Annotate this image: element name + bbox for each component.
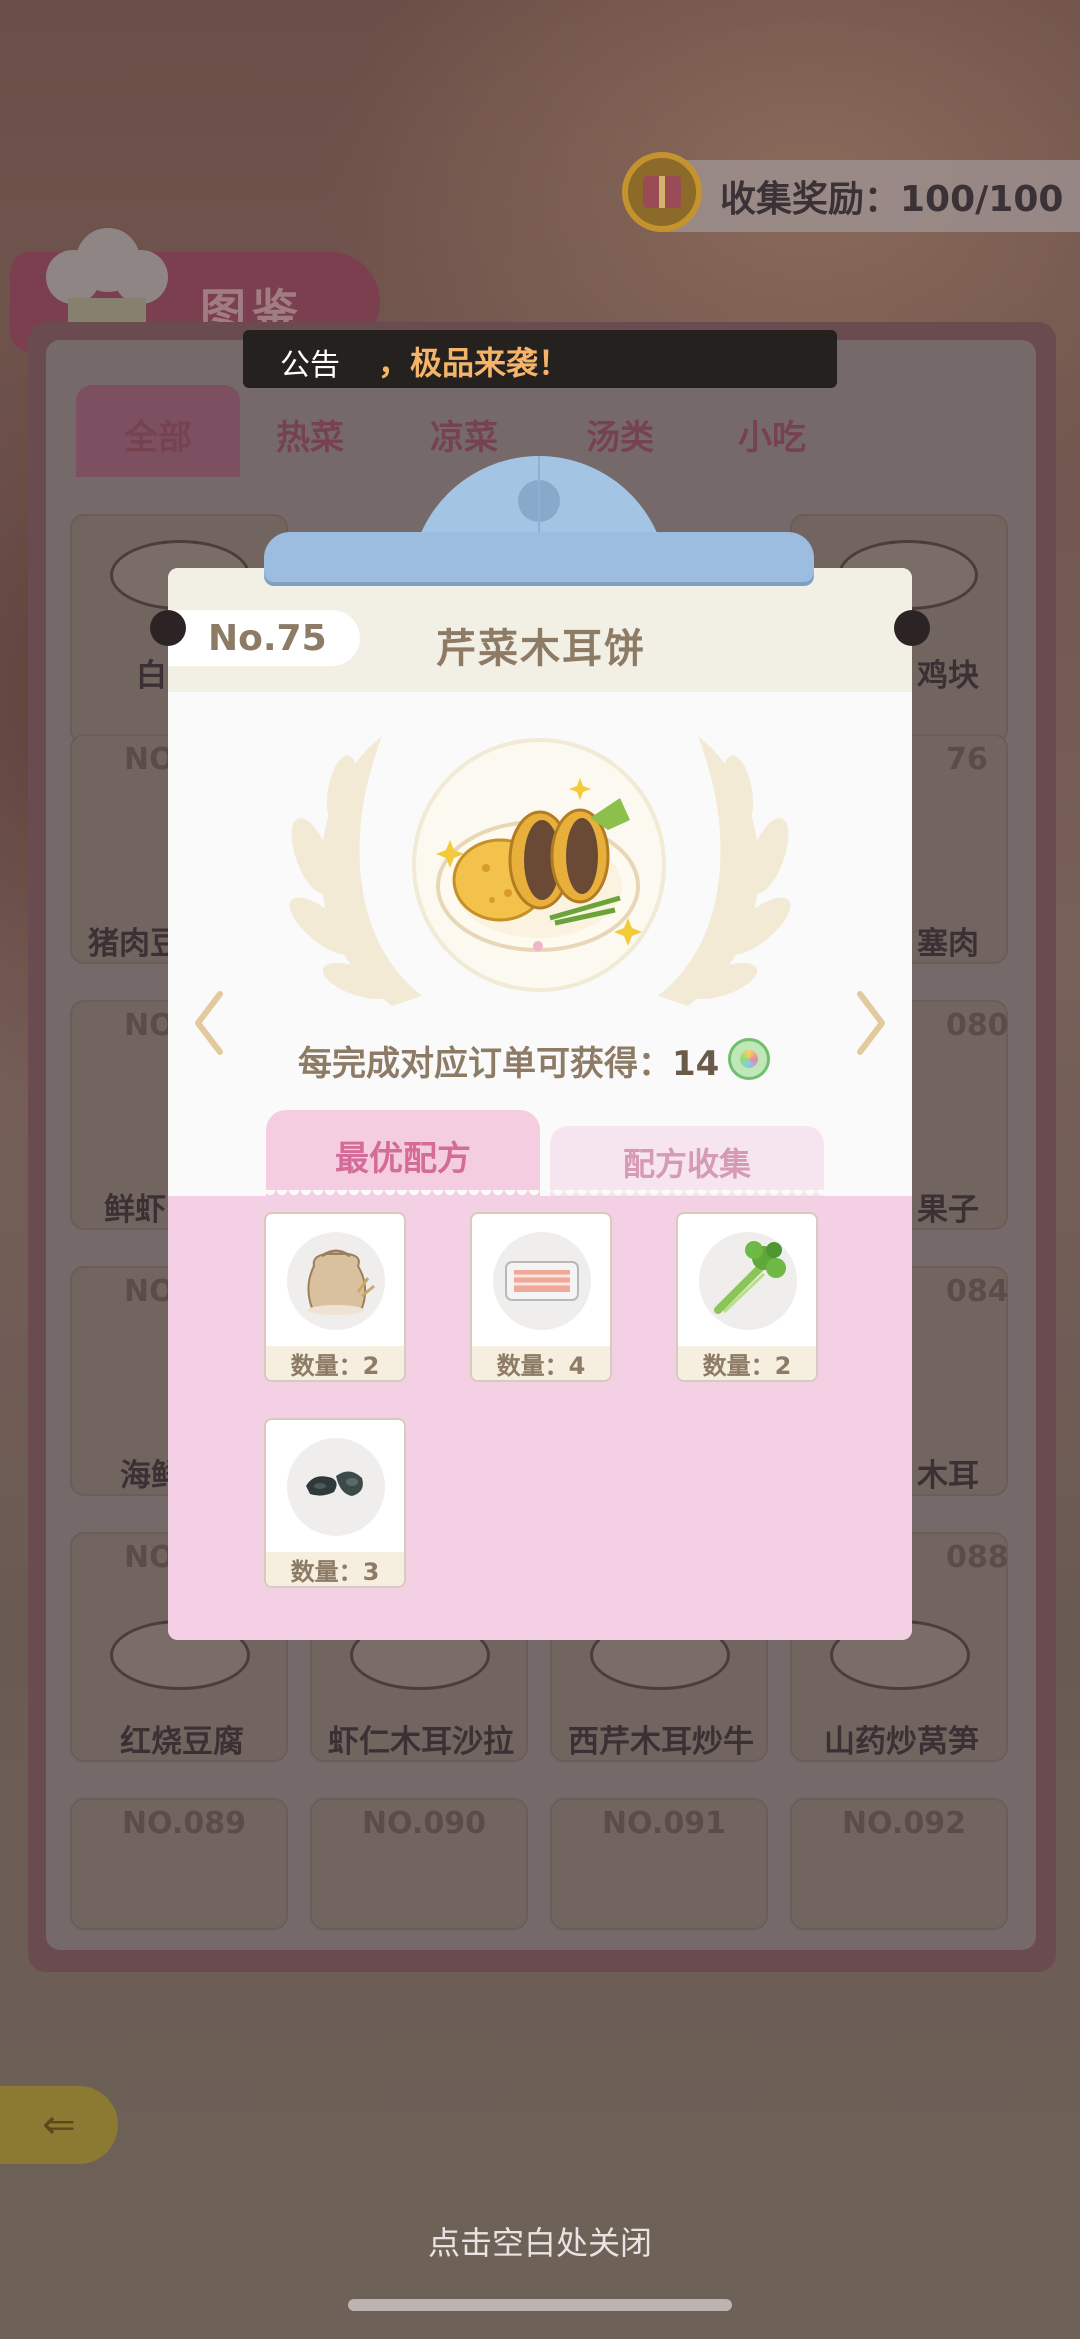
dish-name: 红烧豆腐 xyxy=(120,1724,244,1760)
dish-number: 084 xyxy=(946,1274,1009,1309)
ingredient-card[interactable]: 数量：4 xyxy=(470,1212,612,1382)
dish-title: 芹菜木耳饼 xyxy=(436,626,646,672)
order-reward-text: 每完成对应订单可获得： xyxy=(298,1044,672,1084)
announcement-label: 公告 xyxy=(280,348,340,383)
gift-badge xyxy=(622,152,702,232)
tab-snacks[interactable]: 小吃 xyxy=(738,410,806,459)
announcement-message: ，极品来袭！ xyxy=(378,344,571,382)
dish-name: 果子 xyxy=(917,1192,979,1228)
ingredient-card[interactable]: 数量：2 xyxy=(676,1212,818,1382)
back-button[interactable]: ⇐ xyxy=(0,2086,118,2164)
tab-hot-dishes[interactable]: 热菜 xyxy=(276,410,344,459)
dish-number: NO.092 xyxy=(842,1806,966,1841)
dish-name: 西芹木耳炒牛 xyxy=(568,1724,754,1760)
clipboard-clip-bar xyxy=(264,532,814,582)
gem-currency-icon xyxy=(728,1038,770,1080)
dish-number: 080 xyxy=(946,1008,1009,1043)
order-reward-line: 每完成对应订单可获得：14 xyxy=(298,1036,719,1085)
close-hint[interactable]: 点击空白处关闭 xyxy=(0,2218,1080,2264)
dish-name: 白 xyxy=(136,658,167,694)
ingredient-quantity: 数量：4 xyxy=(472,1346,610,1380)
recipe-modal: No.75 芹菜木耳饼 每完成对应订单可获得：14 配方收集 最优配方 数量：2… xyxy=(168,568,912,1640)
home-indicator[interactable] xyxy=(348,2299,732,2311)
ingredient-quantity: 数量：2 xyxy=(266,1346,404,1380)
dish-name: 虾仁木耳沙拉 xyxy=(328,1724,514,1760)
back-arrow-icon: ⇐ xyxy=(42,2102,76,2148)
dish-name: 鸡块 xyxy=(917,658,979,694)
previous-arrow-icon[interactable] xyxy=(188,988,228,1058)
dish-name: 山药炒莴笋 xyxy=(824,1724,979,1760)
ingredient-card[interactable]: 数量：2 xyxy=(264,1212,406,1382)
tab-cold-dishes[interactable]: 凉菜 xyxy=(430,410,498,459)
dish-name: 鲜虾 xyxy=(104,1192,166,1228)
celery-fungus-pancake-icon xyxy=(436,778,642,952)
ingredient-card[interactable]: 数量：3 xyxy=(264,1418,406,1588)
dish-number: 088 xyxy=(946,1540,1009,1575)
dish-name: 塞肉 xyxy=(917,926,979,962)
dish-number: NO.089 xyxy=(122,1806,246,1841)
dish-name: 木耳 xyxy=(917,1458,979,1494)
order-reward-amount: 14 xyxy=(672,1044,720,1084)
dish-number: 76 xyxy=(946,742,988,777)
celery-icon xyxy=(714,1241,786,1314)
ingredient-quantity: 数量：2 xyxy=(678,1346,816,1380)
wood-ear-fungus-icon xyxy=(306,1471,363,1496)
tab-recipe-collection[interactable]: 配方收集 xyxy=(550,1126,824,1198)
modal-notch-right xyxy=(894,610,930,646)
collection-reward-label: 收集奖励：100/100 xyxy=(720,179,1064,220)
dish-number: NO.090 xyxy=(362,1806,486,1841)
tab-all[interactable]: 全部 xyxy=(124,410,192,459)
tab-soups[interactable]: 汤类 xyxy=(586,410,654,459)
flour-sack-icon xyxy=(307,1249,375,1315)
dish-number: NO.091 xyxy=(602,1806,726,1841)
pork-meat-icon xyxy=(505,1261,579,1301)
gift-icon xyxy=(643,176,681,208)
modal-notch-left xyxy=(150,610,186,646)
tab-best-recipe[interactable]: 最优配方 xyxy=(266,1110,540,1200)
dish-number-pill: No.75 xyxy=(168,610,360,666)
next-arrow-icon[interactable] xyxy=(852,988,892,1058)
ingredient-quantity: 数量：3 xyxy=(266,1552,404,1586)
